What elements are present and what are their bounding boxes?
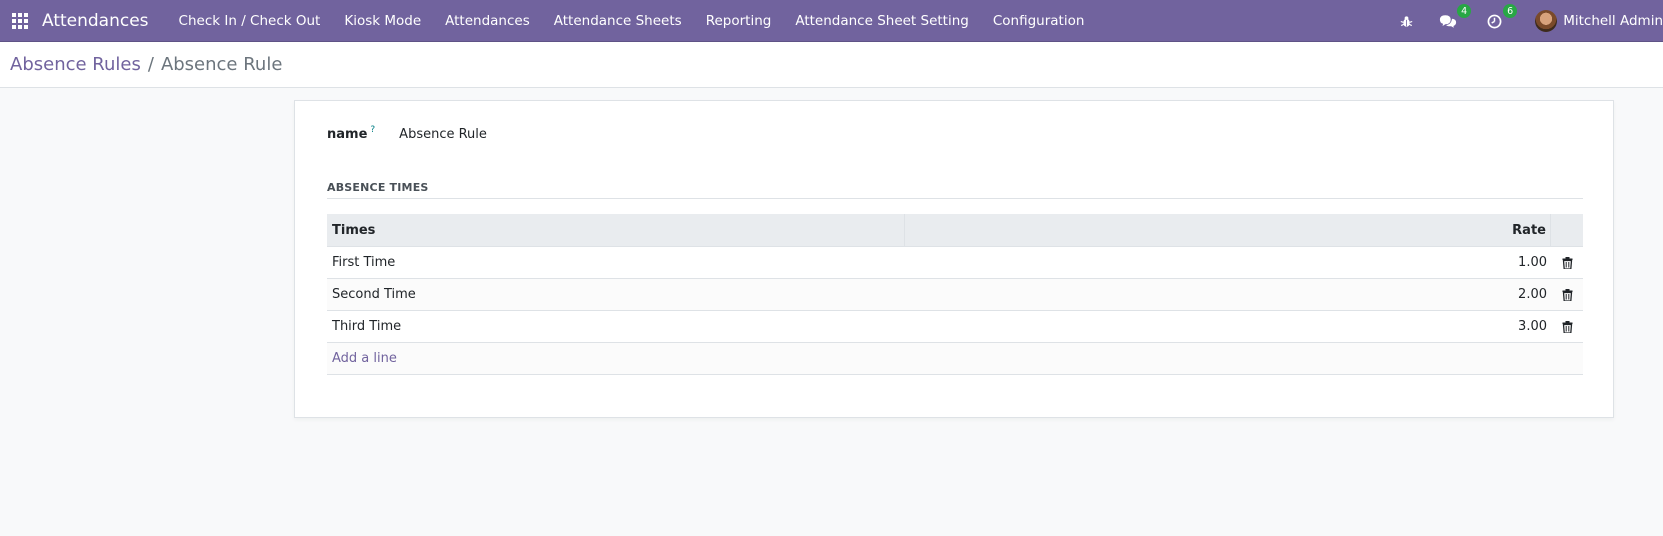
control-panel: Absence Rules / Absence Rule — [0, 42, 1663, 88]
activities-count-badge: 6 — [1503, 4, 1518, 18]
menu-reporting[interactable]: Reporting — [694, 0, 784, 42]
add-line-link[interactable]: Add a line — [332, 351, 397, 366]
table-row[interactable]: First Time 1.00 — [327, 246, 1583, 278]
table-header: Times Rate — [327, 214, 1583, 246]
trash-icon[interactable] — [1551, 320, 1583, 333]
menu-check-in-check-out[interactable]: Check In / Check Out — [167, 0, 333, 42]
cell-rate[interactable]: 1.00 — [905, 255, 1551, 270]
add-line-row: Add a line — [327, 342, 1583, 374]
breadcrumb-current: Absence Rule — [160, 54, 283, 75]
trash-icon[interactable] — [1551, 288, 1583, 301]
cell-times[interactable]: Second Time — [327, 287, 905, 302]
name-field-row: name ? Absence Rule — [327, 125, 487, 143]
table-row[interactable]: Second Time 2.00 — [327, 278, 1583, 310]
form-sheet: name ? Absence Rule ABSENCE TIMES Times … — [294, 100, 1614, 418]
cell-times[interactable]: Third Time — [327, 319, 905, 334]
messages-icon[interactable]: 4 — [1437, 4, 1472, 32]
absence-times-section-title: ABSENCE TIMES — [327, 181, 1583, 199]
menu-attendance-sheets[interactable]: Attendance Sheets — [542, 0, 694, 42]
menu-kiosk-mode[interactable]: Kiosk Mode — [332, 0, 433, 42]
activities-clock-icon[interactable]: 6 — [1483, 4, 1518, 32]
debug-bug-icon[interactable] — [1395, 10, 1417, 32]
cell-rate[interactable]: 2.00 — [905, 287, 1551, 302]
cell-rate[interactable]: 3.00 — [905, 319, 1551, 334]
breadcrumb-absence-rules[interactable]: Absence Rules — [10, 54, 141, 75]
app-brand[interactable]: Attendances — [42, 11, 149, 31]
column-header-rate[interactable]: Rate — [905, 214, 1551, 246]
menu-attendance-sheet-setting[interactable]: Attendance Sheet Setting — [783, 0, 981, 42]
name-field-input[interactable]: Absence Rule — [399, 127, 487, 142]
user-avatar[interactable] — [1535, 10, 1558, 32]
menu-attendances[interactable]: Attendances — [433, 0, 542, 42]
column-header-times[interactable]: Times — [327, 214, 905, 246]
user-name[interactable]: Mitchell Admin — [1563, 13, 1663, 29]
systray: 4 6 Mitchell Admin — [1395, 0, 1663, 42]
cell-times[interactable]: First Time — [327, 255, 905, 270]
breadcrumb-separator: / — [147, 54, 154, 75]
top-navbar: Attendances Check In / Check Out Kiosk M… — [0, 0, 1663, 42]
help-tooltip-icon[interactable]: ? — [370, 125, 375, 135]
column-header-delete — [1551, 214, 1583, 246]
messages-count-badge: 4 — [1457, 4, 1472, 18]
name-field-label: name — [327, 127, 368, 142]
absence-times-table: Times Rate First Time 1.00 Second Time 2… — [327, 214, 1583, 375]
trash-icon[interactable] — [1551, 256, 1583, 269]
table-row[interactable]: Third Time 3.00 — [327, 310, 1583, 342]
apps-menu-icon[interactable] — [11, 12, 29, 30]
menu-configuration[interactable]: Configuration — [981, 0, 1097, 42]
breadcrumb: Absence Rules / Absence Rule — [10, 54, 282, 75]
